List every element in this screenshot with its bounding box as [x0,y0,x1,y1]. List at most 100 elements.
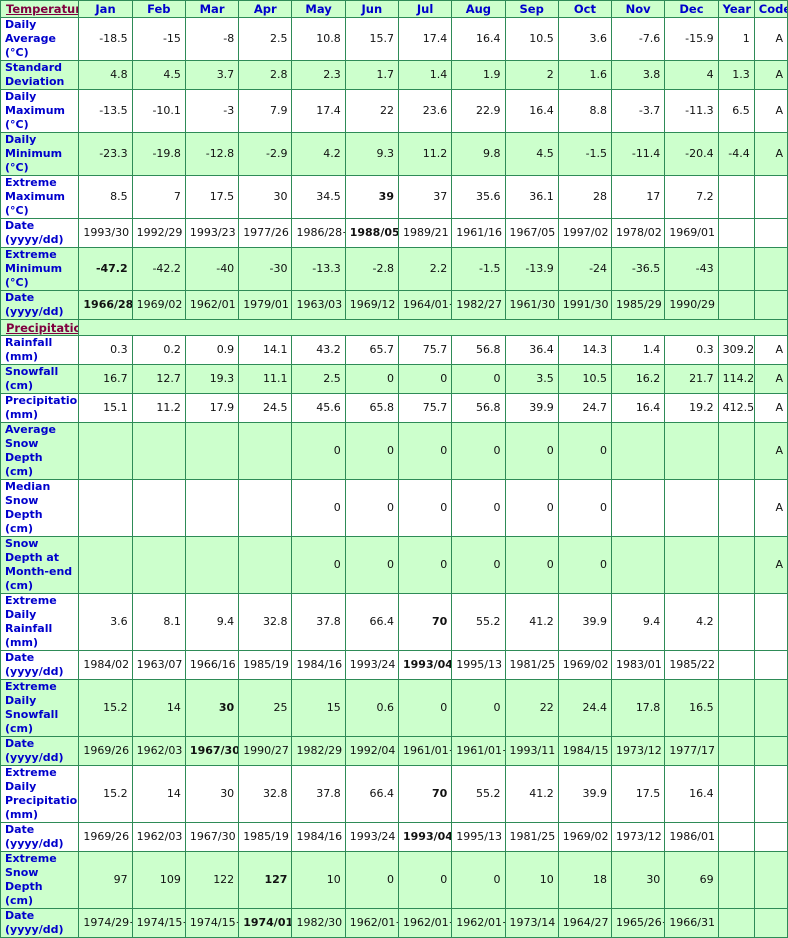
cell-apr: 25 [238,679,293,737]
cell-aug: 35.6 [451,175,506,219]
cell-may: 1984/16 [291,650,346,680]
cell-jul: 1993/04 [397,650,453,680]
cell-nov: 1978/02 [611,218,666,248]
cell-oct: 14.3 [557,335,613,365]
cell-jun: 66.4 [344,765,399,823]
column-header-dec: Dec [664,0,719,18]
cell-jul: 70 [397,593,453,651]
row-label: Standard Deviation [0,60,80,90]
cell-jul: 0 [397,364,453,394]
table-row: Daily Maximum (°C) -13.5 -10.1 -3 7.9 17.4 22 2… [0,89,788,133]
cell-aug: 0 [451,364,506,394]
cell-dec: 1966/31 [664,908,719,938]
cell-aug: 1961/01+ [451,736,506,766]
cell-may: 43.2 [291,335,346,365]
cell-feb: 12.7 [131,364,186,394]
cell-jan [78,422,133,480]
cell-jan: 15.2 [78,765,133,823]
cell-jun: 0.6 [344,679,399,737]
cell-feb: 14 [131,679,186,737]
table-row: Date (yyyy/dd) 1969/26 1962/03 1967/30 1990/… [0,736,788,766]
cell-jul: 1989/21 [397,218,453,248]
cell-jun: 1992/04 [344,736,399,766]
cell-year [717,479,755,537]
row-label: Daily Average (°C) [0,17,80,61]
cell-aug: -1.5 [451,247,506,291]
cell-nov: 1.4 [611,335,666,365]
cell-year [717,218,755,248]
cell-year: 114.2 [717,364,755,394]
cell-sep: 1973/14 [504,908,559,938]
cell-sep: 1967/05 [504,218,559,248]
cell-may: 2.5 [291,364,346,394]
table-row: Precipitation (mm) 15.1 11.2 17.9 24.5 45.6 65… [0,393,788,423]
cell-feb: 4.5 [131,60,186,90]
cell-may: 4.2 [291,132,346,176]
cell-aug: 1982/27 [451,290,506,320]
cell-code: A [753,364,788,394]
cell-mar: 3.7 [184,60,240,90]
cell-jan [78,479,133,537]
cell-sep: 39.9 [504,393,559,423]
cell-nov: 30 [611,851,666,909]
cell-jul: 75.7 [397,335,453,365]
table-row: Extreme Daily Rainfall (mm) 3.6 8.1 9.4 32.8… [0,593,788,651]
cell-dec: 4.2 [664,593,719,651]
cell-aug: 22.9 [451,89,506,133]
row-label: Date (yyyy/dd) [0,822,80,852]
cell-jun: 0 [344,536,399,594]
cell-year: 412.5 [717,393,755,423]
cell-apr: 127 [238,851,293,909]
cell-feb: 0.2 [131,335,186,365]
cell-sep: 10.5 [504,17,559,61]
cell-apr: 32.8 [238,593,293,651]
cell-aug: 56.8 [451,335,506,365]
cell-sep: 4.5 [504,132,559,176]
cell-aug: 56.8 [451,393,506,423]
cell-aug: 0 [451,851,506,909]
cell-apr: -30 [238,247,293,291]
cell-may: 1982/30 [291,908,346,938]
cell-jun: 65.8 [344,393,399,423]
cell-feb: 1974/15+ [131,908,186,938]
cell-dec: -43 [664,247,719,291]
cell-may: 1986/28+ [291,218,346,248]
cell-code [753,650,788,680]
cell-aug: 0 [451,679,506,737]
column-header-nov: Nov [611,0,666,18]
climate-data-table: Temperature: JanFebMarAprMayJunJulAugSep… [0,0,788,938]
cell-year [717,851,755,909]
cell-jan: 16.7 [78,364,133,394]
column-header-code: Code [753,0,788,18]
cell-year [717,650,755,680]
row-label: Extreme Daily Snowfall (cm) [0,679,80,737]
cell-mar: 30 [184,679,240,737]
cell-dec [664,479,719,537]
cell-apr: 1985/19 [238,822,293,852]
cell-jul: 0 [397,422,453,480]
cell-jul: 37 [397,175,453,219]
cell-year [717,536,755,594]
row-label: Date (yyyy/dd) [0,218,80,248]
cell-apr: -2.9 [238,132,293,176]
cell-aug: 9.8 [451,132,506,176]
cell-oct: 24.7 [557,393,613,423]
cell-oct: 1.6 [557,60,613,90]
cell-jul: 17.4 [397,17,453,61]
cell-jul: 1.4 [397,60,453,90]
cell-may: 10 [291,851,346,909]
cell-oct: 10.5 [557,364,613,394]
cell-may: 0 [291,479,346,537]
cell-jul: 1962/01+ [397,908,453,938]
cell-sep: 1981/25 [504,650,559,680]
cell-jun: 1962/01+ [344,908,399,938]
cell-code [753,736,788,766]
row-label: Precipitation (mm) [0,393,80,423]
cell-aug: 1962/01+ [451,908,506,938]
cell-feb: -19.8 [131,132,186,176]
cell-aug: 0 [451,479,506,537]
cell-feb: 11.2 [131,393,186,423]
cell-mar: -40 [184,247,240,291]
cell-year: 6.5 [717,89,755,133]
cell-aug: 16.4 [451,17,506,61]
